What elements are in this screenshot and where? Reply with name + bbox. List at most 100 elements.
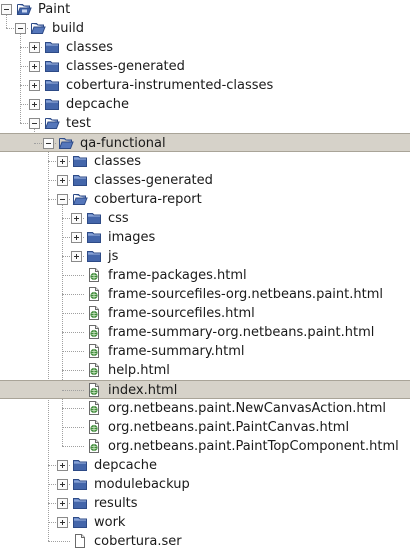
tree-row[interactable]: classes xyxy=(0,152,410,171)
tree-row[interactable]: org.netbeans.paint.PaintTopComponent.htm… xyxy=(0,437,410,456)
folder-closed-icon xyxy=(72,457,88,473)
expand-toggle[interactable] xyxy=(57,498,68,509)
file-tree[interactable]: Paint build classes classes-generated cobert… xyxy=(0,0,410,553)
html-file-icon xyxy=(86,419,102,435)
expand-toggle[interactable] xyxy=(71,251,82,262)
tree-item-label: frame-summary.html xyxy=(108,344,245,359)
tree-item-label: org.netbeans.paint.NewCanvasAction.html xyxy=(108,401,386,416)
tree-row[interactable]: classes-generated xyxy=(0,57,410,76)
html-file-icon xyxy=(86,286,102,302)
tree-item-label: depcache xyxy=(66,97,130,112)
collapse-toggle[interactable] xyxy=(15,23,26,34)
html-file-icon xyxy=(86,400,102,416)
tree-row[interactable]: work xyxy=(0,513,410,532)
tree-connector-line xyxy=(62,408,84,409)
tree-row[interactable]: frame-summary.html xyxy=(0,342,410,361)
expand-toggle[interactable] xyxy=(71,213,82,224)
tree-row[interactable]: results xyxy=(0,494,410,513)
expand-toggle[interactable] xyxy=(57,517,68,528)
tree-row[interactable]: qa-functional xyxy=(0,133,410,152)
tree-item-label: js xyxy=(108,249,119,264)
tree-row[interactable]: frame-summary-org.netbeans.paint.html xyxy=(0,323,410,342)
tree-row[interactable]: classes-generated xyxy=(0,171,410,190)
tree-item-label: org.netbeans.paint.PaintTopComponent.htm… xyxy=(108,439,399,454)
tree-item-label: work xyxy=(94,515,126,530)
folder-open-icon xyxy=(30,20,46,36)
tree-row[interactable]: cobertura.ser xyxy=(0,532,410,551)
html-file-icon xyxy=(86,324,102,340)
folder-closed-icon xyxy=(72,172,88,188)
tree-connector-line xyxy=(62,351,84,352)
folder-closed-icon xyxy=(72,153,88,169)
collapse-toggle[interactable] xyxy=(57,194,68,205)
tree-row[interactable]: frame-sourcefiles-org.netbeans.paint.htm… xyxy=(0,285,410,304)
project-folder-open-icon xyxy=(16,1,32,17)
folder-closed-icon xyxy=(44,96,60,112)
expand-toggle[interactable] xyxy=(29,61,40,72)
tree-connector-line xyxy=(62,332,84,333)
tree-row[interactable]: modulebackup xyxy=(0,475,410,494)
tree-item-label: css xyxy=(108,211,129,226)
expand-toggle[interactable] xyxy=(29,42,40,53)
tree-item-label: cobertura-instrumented-classes xyxy=(66,78,274,93)
tree-row[interactable]: css xyxy=(0,209,410,228)
tree-row[interactable]: images xyxy=(0,228,410,247)
tree-row[interactable]: js xyxy=(0,247,410,266)
tree-row[interactable]: Paint xyxy=(0,0,410,19)
tree-item-label: frame-sourcefiles-org.netbeans.paint.htm… xyxy=(108,287,383,302)
tree-item-label: classes-generated xyxy=(94,173,213,188)
tree-connector-line xyxy=(62,294,84,295)
tree-row[interactable]: build xyxy=(0,19,410,38)
folder-closed-icon xyxy=(86,229,102,245)
expand-toggle[interactable] xyxy=(71,232,82,243)
folder-closed-icon xyxy=(44,39,60,55)
tree-row[interactable]: classes xyxy=(0,38,410,57)
tree-item-label: classes xyxy=(66,40,114,55)
expand-toggle[interactable] xyxy=(57,175,68,186)
tree-item-label: cobertura-report xyxy=(94,192,202,207)
tree-row[interactable]: frame-packages.html xyxy=(0,266,410,285)
tree-item-label: build xyxy=(52,21,84,36)
folder-open-icon xyxy=(44,115,60,131)
expand-toggle[interactable] xyxy=(57,460,68,471)
collapse-toggle[interactable] xyxy=(29,118,40,129)
expand-toggle[interactable] xyxy=(29,80,40,91)
tree-item-label: index.html xyxy=(108,383,178,398)
tree-row[interactable]: frame-sourcefiles.html xyxy=(0,304,410,323)
tree-row[interactable]: cobertura-report xyxy=(0,190,410,209)
expand-toggle[interactable] xyxy=(57,479,68,490)
html-file-icon xyxy=(86,362,102,378)
tree-item-label: help.html xyxy=(108,363,170,378)
collapse-toggle[interactable] xyxy=(1,4,12,15)
html-file-icon xyxy=(86,267,102,283)
folder-closed-icon xyxy=(86,248,102,264)
tree-item-label: frame-sourcefiles.html xyxy=(108,306,255,321)
tree-connector-line xyxy=(48,541,70,542)
tree-item-label: images xyxy=(108,230,156,245)
tree-row[interactable]: index.html xyxy=(0,380,410,399)
tree-row[interactable]: help.html xyxy=(0,361,410,380)
tree-connector-line xyxy=(62,313,84,314)
tree-connector-line xyxy=(62,370,84,371)
html-file-icon xyxy=(86,343,102,359)
html-file-icon xyxy=(86,382,102,398)
tree-connector-line xyxy=(62,446,84,447)
expand-toggle[interactable] xyxy=(29,99,40,110)
tree-item-label: classes-generated xyxy=(66,59,185,74)
folder-closed-icon xyxy=(72,514,88,530)
folder-closed-icon xyxy=(44,77,60,93)
tree-item-label: frame-packages.html xyxy=(108,268,247,283)
tree-row[interactable]: org.netbeans.paint.NewCanvasAction.html xyxy=(0,399,410,418)
tree-connector-line xyxy=(62,427,84,428)
folder-closed-icon xyxy=(44,58,60,74)
collapse-toggle[interactable] xyxy=(43,138,54,149)
expand-toggle[interactable] xyxy=(57,156,68,167)
tree-row[interactable]: test xyxy=(0,114,410,133)
tree-row[interactable]: org.netbeans.paint.PaintCanvas.html xyxy=(0,418,410,437)
tree-item-label: depcache xyxy=(94,458,158,473)
tree-row[interactable]: depcache xyxy=(0,456,410,475)
folder-open-icon xyxy=(72,191,88,207)
tree-item-label: classes xyxy=(94,154,142,169)
tree-row[interactable]: depcache xyxy=(0,95,410,114)
tree-row[interactable]: cobertura-instrumented-classes xyxy=(0,76,410,95)
